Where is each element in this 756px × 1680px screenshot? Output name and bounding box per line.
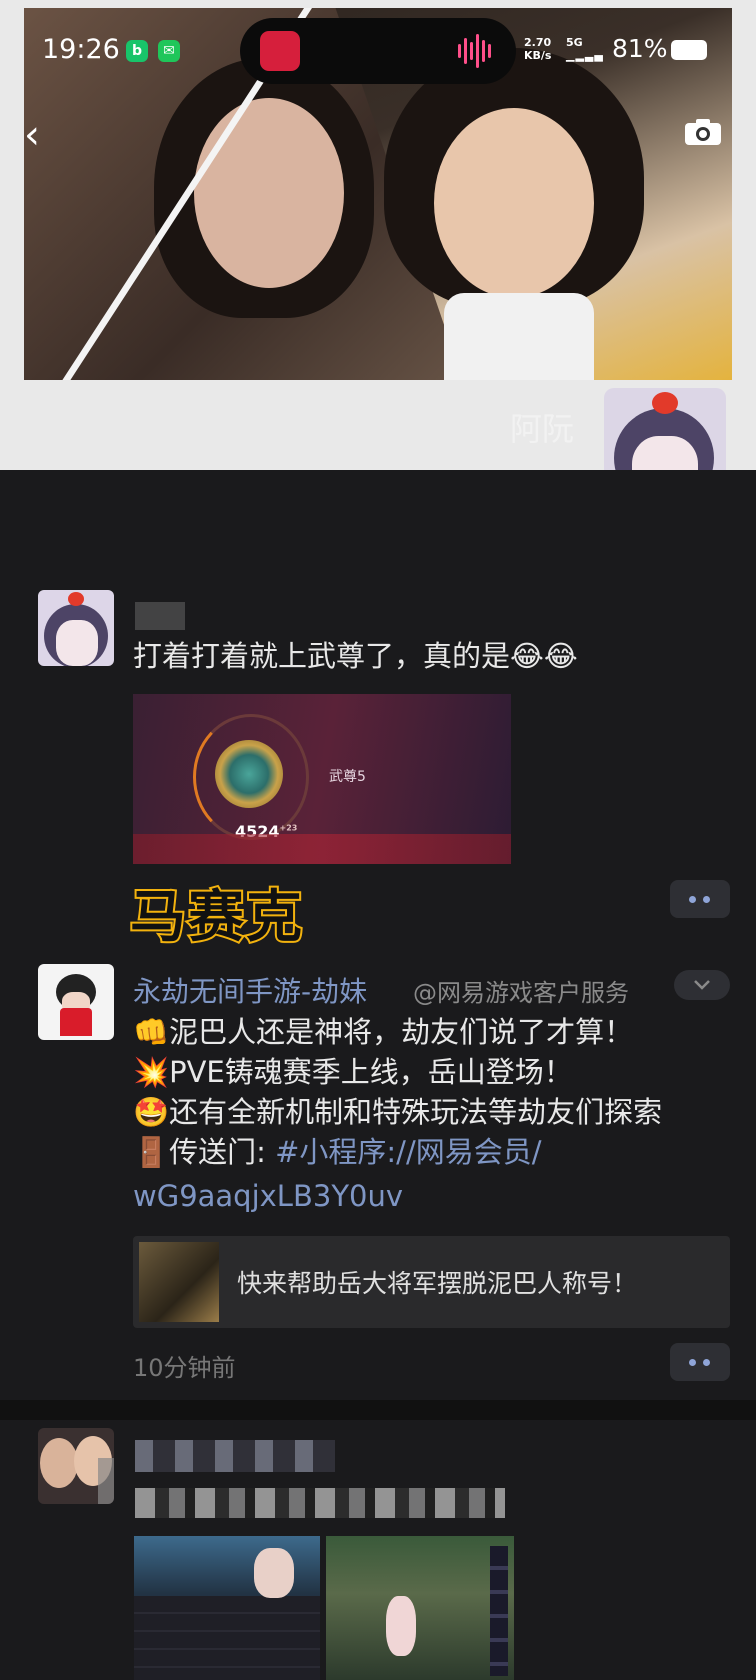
avatar[interactable] bbox=[38, 1428, 114, 1504]
chevron-down-icon[interactable] bbox=[674, 970, 730, 1000]
source-label: @网易游戏客户服务 bbox=[413, 979, 629, 1007]
owner-name: 阿阮 bbox=[510, 410, 575, 448]
post-image[interactable] bbox=[326, 1536, 514, 1680]
network-speed: 2.70 KB/s bbox=[524, 36, 552, 62]
post-line: 🤩还有全新机制和特殊玩法等劫友们探索 bbox=[133, 1095, 663, 1129]
share-card[interactable]: 快来帮助岳大将军摆脱泥巴人称号！ bbox=[133, 1236, 730, 1328]
share-title: 快来帮助岳大将军摆脱泥巴人称号！ bbox=[237, 1269, 638, 1298]
mini-program-link[interactable]: #小程序://网易会员/ bbox=[275, 1135, 541, 1169]
signal-icon: 5G ▁▂▃▄ bbox=[566, 36, 604, 62]
more-button[interactable] bbox=[670, 1343, 730, 1381]
overlay-caption: 马赛克 bbox=[128, 883, 304, 952]
rank-emblem-icon bbox=[215, 740, 283, 808]
back-icon[interactable]: ‹ bbox=[24, 112, 40, 158]
battery-icon bbox=[671, 40, 707, 60]
post-text: 打着打着就上武尊了，真的是😂😂 bbox=[133, 639, 578, 673]
post-line: 💥PVE铸魂赛季上线，岳山登场！ bbox=[133, 1055, 573, 1089]
battery-percent: 81% bbox=[612, 34, 668, 63]
status-bar: 19:26 b ✉ 2.70 KB/s 5G ▁▂▃▄ 81% bbox=[0, 0, 756, 100]
post-line: 🚪传送门: #小程序://网易会员/ bbox=[133, 1135, 542, 1169]
avatar[interactable] bbox=[38, 964, 114, 1040]
post-separator bbox=[0, 1400, 756, 1420]
wechat-icon: ✉ bbox=[158, 40, 180, 62]
blurred-text bbox=[135, 1488, 505, 1518]
blurred-username bbox=[135, 602, 185, 630]
music-app-icon bbox=[260, 31, 300, 71]
status-time: 19:26 bbox=[42, 34, 120, 65]
blurred-username bbox=[135, 1440, 335, 1472]
camera-icon[interactable] bbox=[684, 118, 722, 146]
more-button[interactable] bbox=[670, 880, 730, 918]
post-time: 10分钟前 bbox=[133, 1354, 236, 1382]
post-image[interactable]: 武尊5 4524+23 bbox=[133, 694, 511, 864]
author-name[interactable]: 永劫无间手游-劫妹 bbox=[133, 970, 367, 1010]
rank-title: 武尊5 bbox=[329, 769, 366, 785]
mini-program-link-continued[interactable]: wG9aaqjxLB3Y0uv bbox=[133, 1176, 403, 1216]
avatar[interactable] bbox=[38, 590, 114, 666]
post-image[interactable] bbox=[134, 1536, 320, 1680]
post-line: 👊泥巴人还是神将，劫友们说了才算！ bbox=[133, 1015, 634, 1049]
share-thumbnail bbox=[139, 1242, 219, 1322]
moments-cover[interactable]: 19:26 b ✉ 2.70 KB/s 5G ▁▂▃▄ 81% ‹ 阿阮 bbox=[0, 0, 756, 470]
owner-avatar[interactable] bbox=[604, 388, 726, 470]
dynamic-island[interactable] bbox=[240, 18, 516, 84]
bilibili-icon: b bbox=[126, 40, 148, 62]
